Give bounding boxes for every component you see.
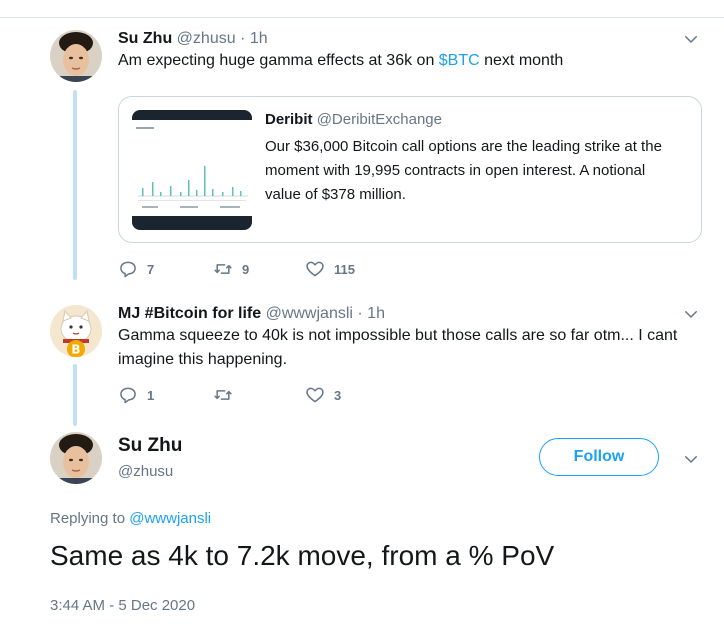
- like-count: 115: [334, 261, 355, 277]
- tweet-actions: 7 9 115: [118, 259, 418, 281]
- cashtag-link[interactable]: $BTC: [439, 52, 480, 69]
- like-count: 3: [334, 387, 342, 403]
- like-icon: [306, 387, 324, 403]
- chevron-down-icon[interactable]: [682, 305, 700, 323]
- tweet-time[interactable]: · 1h: [240, 30, 268, 47]
- retweet-count: 9: [242, 261, 250, 277]
- top-divider: [0, 17, 724, 18]
- author-handle[interactable]: @zhusu: [177, 30, 236, 47]
- avatar[interactable]: [50, 432, 102, 484]
- replying-to-handle[interactable]: @wwwjansli: [129, 510, 211, 527]
- replying-to: Replying to @wwwjansli: [50, 510, 212, 527]
- main-author-name[interactable]: Su Zhu: [118, 435, 182, 457]
- thread-connector-line: [73, 364, 77, 426]
- author-handle[interactable]: @wwwjansli: [266, 305, 353, 322]
- reply-count: 7: [147, 261, 155, 277]
- reply-icon: [120, 261, 136, 278]
- reply-icon: [120, 387, 136, 404]
- follow-button[interactable]: Follow: [539, 438, 659, 476]
- main-author-handle[interactable]: @zhusu: [118, 463, 173, 480]
- reply-button[interactable]: 7: [118, 259, 154, 279]
- tweet-timestamp[interactable]: 3:44 AM - 5 Dec 2020: [50, 597, 195, 614]
- like-button[interactable]: 115: [305, 259, 355, 279]
- chevron-down-icon[interactable]: [682, 450, 700, 468]
- chevron-down-icon[interactable]: [682, 30, 700, 48]
- quoted-tweet[interactable]: Deribit @DeribitExchange Our $36,000 Bit…: [118, 96, 702, 243]
- quoted-author-handle: @DeribitExchange: [316, 111, 442, 128]
- avatar[interactable]: B: [50, 305, 102, 357]
- reply-count: 1: [147, 387, 155, 403]
- avatar[interactable]: [50, 30, 102, 82]
- quoted-author-name: Deribit: [265, 111, 313, 128]
- reply-button[interactable]: 1: [118, 385, 154, 405]
- like-icon: [306, 261, 324, 277]
- quoted-tweet-text: Our $36,000 Bitcoin call options are the…: [265, 138, 662, 203]
- retweet-icon: [214, 264, 232, 274]
- quoted-tweet-header: Deribit @DeribitExchange: [265, 111, 442, 128]
- thread-connector-line: [73, 90, 77, 280]
- retweet-button[interactable]: [213, 385, 242, 405]
- quoted-chart-image: [132, 110, 252, 230]
- author-name[interactable]: MJ #Bitcoin for life: [118, 305, 261, 322]
- retweet-icon: [214, 390, 232, 400]
- tweet-header: Su Zhu @zhusu · 1h: [118, 30, 268, 48]
- tweet-time[interactable]: · 1h: [357, 305, 385, 322]
- tweet-text: Gamma squeeze to 40k is not impossible b…: [118, 327, 678, 368]
- tweet-text: Am expecting huge gamma effects at 36k o…: [118, 52, 564, 69]
- like-button[interactable]: 3: [305, 385, 341, 405]
- tweet-header: MJ #Bitcoin for life @wwwjansli · 1h: [118, 305, 385, 323]
- author-name[interactable]: Su Zhu: [118, 30, 172, 47]
- svg-text:B: B: [71, 343, 80, 357]
- main-tweet-text: Same as 4k to 7.2k move, from a % PoV: [50, 540, 555, 571]
- tweet-actions: 1 3: [118, 385, 418, 407]
- retweet-button[interactable]: 9: [213, 259, 249, 279]
